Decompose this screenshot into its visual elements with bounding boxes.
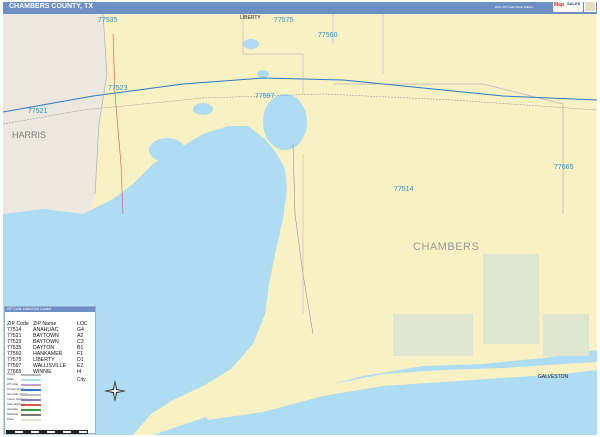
- legend-swatch: [21, 404, 41, 406]
- zip-label-77523: 77523: [108, 85, 128, 92]
- neighbor-county-label: HARRIS: [12, 130, 47, 140]
- map-frame: CHAMBERS COUNTY, TX 2022 ZIP Code Basic …: [0, 0, 600, 437]
- legend-city-label: City: [77, 377, 86, 383]
- county-label: CHAMBERS: [413, 241, 480, 253]
- city-label-galveston: GALVESTON: [538, 374, 569, 380]
- wildlife-refuge: [483, 254, 539, 344]
- zip-label-77665: 77665: [554, 164, 574, 171]
- legend-panel: ZIP Code Index/Grid Locator ZIP Code ZIP…: [4, 306, 96, 434]
- legend-symbol-state-highways: State Highways: [7, 403, 95, 407]
- lake-small-1: [243, 39, 259, 49]
- legend-swatch: [21, 419, 41, 421]
- legend-symbol-label: ZIP Code: [7, 383, 18, 386]
- legend-symbol-label: Parks: [7, 418, 14, 421]
- park-area-1: [393, 314, 473, 356]
- lake-anahuac: [263, 94, 307, 150]
- zip-label-77597: 77597: [255, 93, 275, 100]
- legend-swatch: [21, 389, 41, 391]
- legend-heading: ZIP Code Index/Grid Locator: [5, 307, 95, 312]
- legend-symbol-label: Interstate: [7, 408, 18, 411]
- zip-label-77560: 77560: [318, 32, 338, 39]
- compass-rose-icon: [104, 380, 126, 402]
- zip-index-table: ZIP Code ZIP Name LOC 77514 ANAHUAC G4 7…: [7, 321, 95, 375]
- scale-bar: [6, 430, 88, 434]
- legend-symbol-primary-roads: Primary Roads: [7, 388, 95, 392]
- zip-label-77575: 77575: [274, 17, 294, 24]
- legend-swatch: [21, 394, 41, 396]
- legend-symbol-label: Water: [7, 378, 14, 381]
- lake-small-2: [257, 70, 269, 78]
- legend-swatch: [21, 414, 41, 416]
- legend-swatch: [21, 384, 41, 386]
- legend-swatch: [21, 409, 41, 411]
- legend-symbol-secondary-roads: Secondary Roads: [7, 393, 95, 397]
- legend-swatch: [21, 379, 41, 381]
- legend-swatch: [21, 399, 41, 401]
- zip-label-77521: 77521: [28, 108, 48, 115]
- zip-label-77514: 77514: [394, 186, 414, 193]
- legend-symbol-railroads: Railroads: [7, 413, 95, 417]
- brand-logo-sub: SALES: [567, 1, 581, 6]
- legend-symbol-interstate: Interstate: [7, 408, 95, 412]
- map-title: CHAMBERS COUNTY, TX: [9, 3, 94, 10]
- legend-symbol-zip: ZIP Code: [7, 383, 95, 387]
- legend-symbol-label: Railroads: [7, 413, 18, 416]
- lake-small-4: [224, 134, 242, 144]
- legend-symbol-parks: Parks: [7, 418, 95, 422]
- brand-logo: Map SALES: [553, 1, 583, 12]
- locator-thumbnail: [584, 1, 596, 12]
- park-area-2: [543, 314, 589, 356]
- lake-small-3: [193, 103, 213, 115]
- legend-swatch: [21, 374, 41, 376]
- lake-north: [149, 138, 185, 162]
- legend-symbol-label: County: [7, 373, 16, 376]
- city-label-liberty: LIBERTY: [240, 15, 261, 21]
- zip-label-77535: 77535: [98, 17, 118, 24]
- edition-label: 2022 ZIP Code Basic Edition: [494, 5, 533, 9]
- brand-logo-mark: Map: [554, 2, 564, 8]
- map-header: CHAMBERS COUNTY, TX 2022 ZIP Code Basic …: [3, 2, 597, 14]
- legend-symbol-county-highways: County Highways: [7, 398, 95, 402]
